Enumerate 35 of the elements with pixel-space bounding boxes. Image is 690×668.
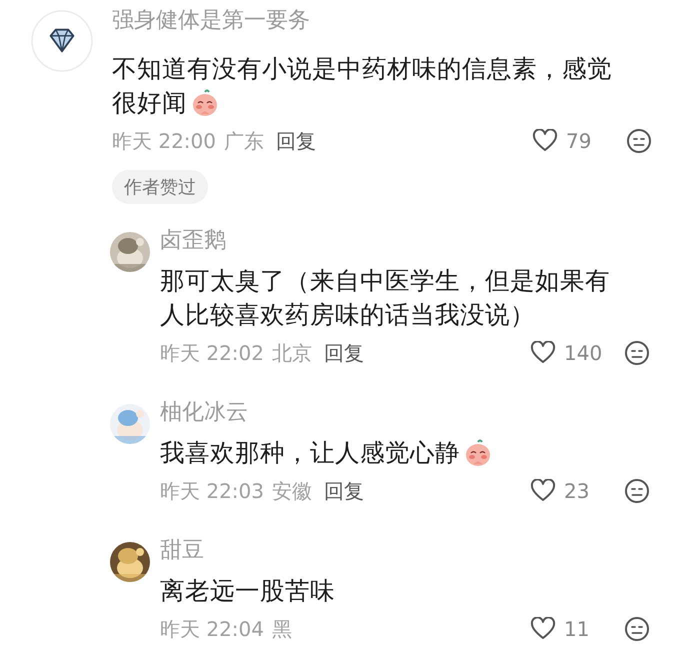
like-count: 79 [566,129,592,153]
like-count: 140 [564,341,604,365]
author-name[interactable]: 甜豆 [160,536,650,566]
dislike-icon[interactable] [624,478,650,504]
diamond-avatar [31,10,93,72]
reply-button[interactable]: 回复 [272,128,316,154]
like-icon[interactable] [530,617,556,641]
comment-text: 我喜欢那种，让人感觉心静 [160,437,460,469]
dislike-icon[interactable] [624,616,650,642]
like-count: 23 [564,479,590,503]
comment-time: 昨天 22:04 [160,616,264,642]
comment-location: 安徽 [272,478,312,504]
comment-time: 昨天 22:03 [160,478,264,504]
author-name[interactable]: 强身健体是第一要务 [112,6,652,36]
dislike-icon[interactable] [626,128,652,154]
comment-text: 很好闻 [112,87,187,119]
like-icon[interactable] [530,479,556,503]
reply-button[interactable]: 回复 [320,340,364,366]
dislike-icon[interactable] [624,340,650,366]
like-icon[interactable] [532,129,558,153]
comment-text: 离老远一股苦味 [160,575,335,607]
author-name[interactable]: 卤歪鹅 [160,226,650,256]
like-icon[interactable] [530,341,556,365]
comment-time: 昨天 22:02 [160,340,264,366]
author-name[interactable]: 柚化冰云 [160,398,650,428]
comment-location: 广东 [224,128,264,154]
comment-time: 昨天 22:00 [112,128,216,154]
author-liked-badge: 作者赞过 [112,170,208,204]
comment-location: 黑 [272,616,292,642]
comment-text: 那可太臭了（来自中医学生，但是如果有 [160,265,610,297]
comment-text: 不知道有没有小说是中药材味的信息素，感觉 [112,53,612,85]
comment-location: 北京 [272,340,312,366]
like-count: 11 [564,617,590,641]
reply-button[interactable]: 回复 [320,478,364,504]
comment-text: 人比较喜欢药房味的话当我没说） [160,299,535,331]
